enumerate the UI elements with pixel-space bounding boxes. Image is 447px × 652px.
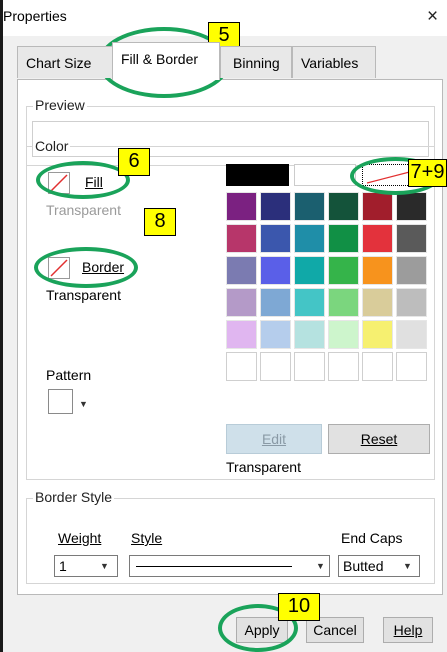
fill-label[interactable]: Fill: [85, 174, 103, 190]
palette-swatch[interactable]: [260, 224, 291, 253]
window-frame-edge: [0, 0, 3, 652]
palette-swatch[interactable]: [260, 192, 291, 221]
palette-swatch[interactable]: [260, 288, 291, 317]
palette-swatch[interactable]: [362, 256, 393, 285]
palette-swatch[interactable]: [362, 224, 393, 253]
palette-swatch[interactable]: [362, 192, 393, 221]
annotation-tag-7-9: 7+9: [408, 159, 447, 187]
border-label[interactable]: Border: [82, 259, 124, 275]
palette-swatch[interactable]: [328, 256, 359, 285]
palette-swatch[interactable]: [226, 288, 257, 317]
palette-swatch[interactable]: [362, 288, 393, 317]
palette-swatch[interactable]: [396, 320, 427, 349]
annotation-tag-8: 8: [144, 208, 176, 236]
palette-swatch[interactable]: [226, 320, 257, 349]
weight-label: Weight: [58, 530, 102, 546]
pattern-label: Pattern: [46, 367, 92, 383]
palette-swatch[interactable]: [396, 192, 427, 221]
chevron-down-icon: ▼: [403, 561, 412, 571]
palette-swatch[interactable]: [226, 224, 257, 253]
weight-value: 1: [59, 558, 67, 574]
solid-line-icon: [136, 566, 292, 567]
border-swatch[interactable]: [48, 257, 70, 279]
window-title: Properties: [3, 8, 67, 24]
chevron-down-icon[interactable]: ▼: [79, 399, 88, 409]
palette-swatch[interactable]: [362, 352, 393, 381]
palette-swatch[interactable]: [260, 320, 291, 349]
close-icon[interactable]: ×: [427, 6, 438, 28]
border-style-legend: Border Style: [33, 489, 115, 505]
preview-legend: Preview: [33, 97, 87, 113]
palette-swatch[interactable]: [328, 320, 359, 349]
palette-swatch[interactable]: [396, 256, 427, 285]
selected-color-caption: Transparent: [226, 459, 301, 475]
border-value: Transparent: [46, 287, 121, 303]
palette-black[interactable]: [226, 164, 289, 186]
palette-swatch[interactable]: [226, 352, 257, 381]
tab-chart-size[interactable]: Chart Size: [17, 46, 117, 78]
annotation-tag-10: 10: [278, 593, 320, 621]
chevron-down-icon: ▼: [100, 561, 109, 571]
palette-swatch[interactable]: [396, 288, 427, 317]
color-palette-grid: [226, 192, 430, 382]
palette-swatch[interactable]: [294, 192, 325, 221]
palette-swatch[interactable]: [260, 352, 291, 381]
palette-swatch[interactable]: [396, 224, 427, 253]
palette-swatch[interactable]: [328, 288, 359, 317]
end-caps-value: Butted: [343, 558, 384, 574]
color-legend: Color: [33, 138, 71, 154]
tab-binning[interactable]: Binning: [220, 46, 292, 78]
reset-button[interactable]: Reset: [328, 424, 430, 454]
fill-value: Transparent: [46, 202, 121, 218]
palette-swatch[interactable]: [294, 320, 325, 349]
palette-swatch[interactable]: [294, 288, 325, 317]
transparent-slash-icon: [50, 259, 68, 277]
pattern-swatch[interactable]: [48, 389, 73, 414]
palette-swatch[interactable]: [226, 256, 257, 285]
chevron-down-icon: ▼: [316, 561, 325, 571]
help-button[interactable]: Help: [383, 617, 433, 643]
end-caps-select[interactable]: Butted ▼: [338, 555, 420, 577]
line-style-select[interactable]: ▼: [129, 555, 330, 577]
palette-swatch[interactable]: [294, 224, 325, 253]
weight-select[interactable]: 1 ▼: [54, 555, 118, 577]
fill-swatch[interactable]: [48, 172, 70, 194]
palette-swatch[interactable]: [362, 320, 393, 349]
style-label: Style: [131, 530, 163, 546]
palette-swatch[interactable]: [328, 192, 359, 221]
transparent-slash-icon: [50, 174, 68, 192]
tab-variables[interactable]: Variables: [292, 46, 376, 78]
palette-swatch[interactable]: [294, 256, 325, 285]
palette-swatch[interactable]: [226, 192, 257, 221]
edit-button[interactable]: Edit: [226, 424, 322, 454]
palette-swatch[interactable]: [328, 224, 359, 253]
palette-swatch[interactable]: [328, 352, 359, 381]
tab-fill-border[interactable]: Fill & Border: [112, 42, 220, 80]
annotation-tag-6: 6: [118, 148, 150, 176]
palette-swatch[interactable]: [396, 352, 427, 381]
palette-swatch[interactable]: [260, 256, 291, 285]
end-caps-label: End Caps: [341, 530, 403, 546]
palette-swatch[interactable]: [294, 352, 325, 381]
palette-white[interactable]: [294, 164, 356, 186]
